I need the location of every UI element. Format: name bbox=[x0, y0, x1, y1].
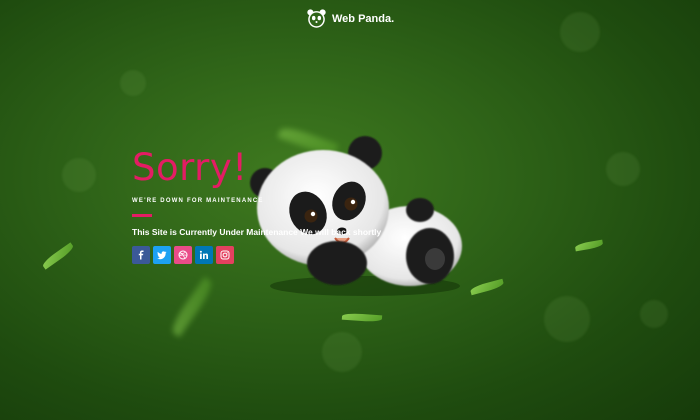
linkedin-button[interactable] bbox=[195, 246, 213, 264]
bokeh-light bbox=[560, 12, 600, 52]
bokeh-light bbox=[120, 70, 146, 96]
brand-header[interactable]: Web Panda. bbox=[306, 8, 394, 29]
social-links bbox=[132, 246, 392, 264]
maintenance-content: Sorry! WE'RE DOWN FOR MAINTENANCE This S… bbox=[132, 146, 392, 264]
brand-name: Web Panda. bbox=[332, 12, 395, 25]
instagram-icon bbox=[220, 250, 230, 260]
linkedin-icon bbox=[199, 250, 208, 259]
panda-logo-icon bbox=[307, 9, 326, 28]
bamboo-leaf bbox=[341, 312, 383, 323]
bokeh-light bbox=[606, 152, 640, 186]
bokeh-light bbox=[62, 158, 96, 192]
dribbble-icon bbox=[178, 250, 188, 260]
bamboo-leaf bbox=[574, 239, 604, 252]
maintenance-description: This Site is Currently Under Maintenance… bbox=[132, 227, 382, 237]
accent-divider bbox=[132, 214, 152, 217]
bokeh-light bbox=[544, 296, 590, 342]
facebook-button[interactable] bbox=[132, 246, 150, 264]
facebook-icon bbox=[138, 250, 144, 260]
twitter-button[interactable] bbox=[153, 246, 171, 264]
bamboo-leaf bbox=[167, 276, 217, 338]
bokeh-light bbox=[322, 332, 362, 372]
subheadline: WE'RE DOWN FOR MAINTENANCE bbox=[132, 198, 264, 204]
instagram-button[interactable] bbox=[216, 246, 234, 264]
dribbble-button[interactable] bbox=[174, 246, 192, 264]
page-title: Sorry! bbox=[132, 146, 248, 189]
bamboo-leaf bbox=[40, 242, 76, 270]
twitter-icon bbox=[157, 251, 167, 260]
bokeh-light bbox=[640, 300, 668, 328]
